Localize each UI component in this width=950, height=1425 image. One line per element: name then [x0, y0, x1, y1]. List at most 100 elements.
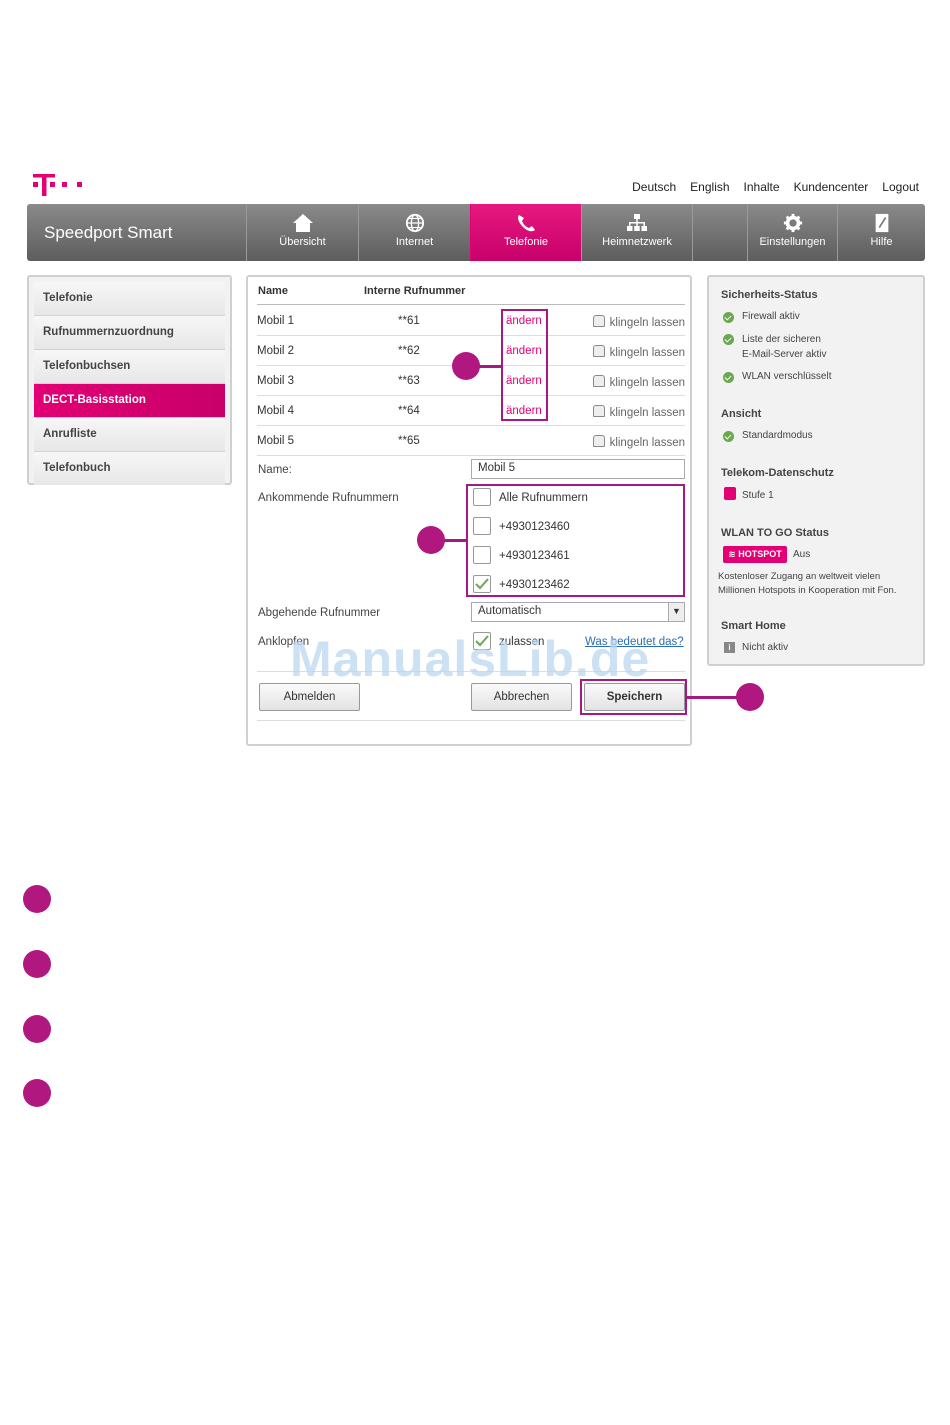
brand-title: Speedport Smart	[44, 223, 173, 242]
nav-item-hilfe[interactable]: Hilfe	[837, 204, 925, 261]
sidebar: Telefonie Rufnummernzuordnung Telefonbuc…	[27, 275, 232, 485]
ring-button[interactable]: klingeln lassen	[592, 345, 685, 359]
smart-home-state: Nicht aktiv	[742, 642, 789, 653]
outgoing-number-label: Abgehende Rufnummer	[258, 607, 381, 619]
ring-button[interactable]: klingeln lassen	[592, 375, 685, 389]
call-waiting-option: zulassen	[499, 636, 545, 648]
check-circle-icon	[723, 312, 734, 323]
annotation-box-change-links	[501, 309, 548, 421]
bell-icon	[592, 315, 605, 327]
column-header-internal-number: Interne Rufnummer	[364, 285, 466, 297]
cancel-button[interactable]: Abbrechen	[471, 683, 572, 711]
checkmark-icon	[475, 635, 489, 647]
ring-label: klingeln lassen	[609, 407, 685, 419]
status-wlan: WLAN verschlüsselt	[742, 371, 832, 382]
home-icon	[292, 214, 313, 232]
name-input[interactable]: Mobil 5	[471, 459, 685, 479]
annotation-bullet	[452, 352, 480, 380]
check-circle-icon	[723, 431, 734, 442]
ring-label: klingeln lassen	[609, 317, 685, 329]
nav-item-internet[interactable]: Internet	[358, 204, 470, 261]
hotspot-description-1: Kostenloser Zugang an weltweit vielen	[718, 571, 881, 582]
check-circle-icon	[723, 334, 734, 345]
privacy-level: Stufe 1	[742, 490, 774, 501]
help-book-icon	[875, 213, 888, 233]
outgoing-number-select[interactable]: Automatisch ▼	[471, 602, 685, 622]
hotspot-description-2: Millionen Hotspots in Kooperation mit Fo…	[718, 585, 897, 596]
annotation-connector	[477, 365, 503, 368]
nav-item-uebersicht[interactable]: Übersicht	[246, 204, 358, 261]
nav-label: Internet	[395, 236, 434, 248]
network-icon	[627, 214, 647, 231]
phone-icon	[518, 215, 535, 232]
link-english[interactable]: English	[690, 180, 729, 194]
sidebar-item-dect-basisstation[interactable]: DECT-Basisstation	[34, 384, 225, 418]
annotation-box-save	[580, 679, 687, 715]
status-firewall: Firewall aktiv	[742, 311, 800, 322]
view-title: Ansicht	[721, 408, 762, 420]
nav-label: Übersicht	[279, 236, 326, 248]
status-panel: Sicherheits-Status Firewall aktiv Liste …	[707, 275, 925, 666]
nav-label: Telefonie	[503, 236, 549, 248]
privacy-title: Telekom-Datenschutz	[721, 467, 834, 479]
handset-number: **63	[398, 375, 420, 387]
sidebar-item-anrufliste[interactable]: Anrufliste	[34, 418, 225, 452]
annotation-connector	[686, 696, 738, 699]
bell-icon	[592, 375, 605, 387]
telekom-logo	[33, 174, 82, 196]
legend-bullet-1	[23, 885, 51, 913]
logout-button[interactable]: Abmelden	[259, 683, 360, 711]
annotation-connector	[442, 539, 468, 542]
check-circle-icon	[723, 372, 734, 383]
handset-name: Mobil 5	[257, 435, 295, 447]
status-mail-line1: Liste der sicheren	[742, 334, 821, 345]
link-logout[interactable]: Logout	[882, 180, 919, 194]
hotspot-badge: ≋ HOTSPOT	[723, 546, 787, 563]
bell-icon	[592, 405, 605, 417]
security-status-title: Sicherheits-Status	[721, 289, 818, 301]
wifi-icon: ≋	[728, 549, 736, 559]
checkbox-call-waiting[interactable]	[473, 632, 491, 650]
nav-item-heimnetzwerk[interactable]: Heimnetzwerk	[581, 204, 692, 261]
ring-button[interactable]: klingeln lassen	[592, 405, 685, 419]
globe-icon	[405, 213, 424, 233]
hotspot-state: Aus	[793, 549, 811, 560]
sidebar-item-telefonbuch[interactable]: Telefonbuch	[34, 452, 225, 485]
handset-name: Mobil 2	[257, 345, 295, 357]
chevron-down-icon: ▼	[668, 603, 684, 621]
link-inhalte[interactable]: Inhalte	[744, 180, 780, 194]
hotspot-label: HOTSPOT	[738, 549, 782, 559]
handset-number: **61	[398, 315, 420, 327]
ring-label: klingeln lassen	[609, 347, 685, 359]
wlan-to-go-title: WLAN TO GO Status	[721, 527, 829, 539]
divider	[257, 720, 685, 721]
legend-bullet-3	[23, 1015, 51, 1043]
privacy-level-icon	[724, 487, 736, 500]
sidebar-item-telefonbuchsen[interactable]: Telefonbuchsen	[34, 350, 225, 384]
nav-spacer	[692, 204, 747, 261]
name-label: Name:	[258, 464, 292, 476]
column-header-name: Name	[258, 285, 288, 297]
help-link[interactable]: Was bedeutet das?	[585, 636, 684, 648]
call-waiting-label: Anklopfen	[258, 636, 310, 648]
table-row: Mobil 4 **64 ändern klingeln lassen	[257, 396, 685, 426]
legend-bullet-2	[23, 950, 51, 978]
nav-label: Heimnetzwerk	[602, 236, 672, 248]
incoming-numbers-label: Ankommende Rufnummern	[258, 492, 399, 504]
handset-name: Mobil 3	[257, 375, 295, 387]
legend-bullet-4	[23, 1079, 51, 1107]
ring-button[interactable]: klingeln lassen	[592, 435, 685, 449]
sidebar-item-telefonie[interactable]: Telefonie	[34, 282, 225, 316]
table-row: Mobil 5 **65 klingeln lassen	[257, 426, 685, 456]
sidebar-item-rufnummernzuordnung[interactable]: Rufnummernzuordnung	[34, 316, 225, 350]
info-icon: i	[724, 642, 735, 653]
annotation-bullet	[736, 683, 764, 711]
nav-item-telefonie[interactable]: Telefonie	[470, 204, 581, 261]
ring-label: klingeln lassen	[609, 437, 685, 449]
ring-button[interactable]: klingeln lassen	[592, 315, 685, 329]
ring-label: klingeln lassen	[609, 377, 685, 389]
link-deutsch[interactable]: Deutsch	[632, 180, 676, 194]
link-kundencenter[interactable]: Kundencenter	[794, 180, 869, 194]
nav-item-einstellungen[interactable]: Einstellungen	[747, 204, 837, 261]
annotation-box-incoming	[466, 484, 685, 597]
